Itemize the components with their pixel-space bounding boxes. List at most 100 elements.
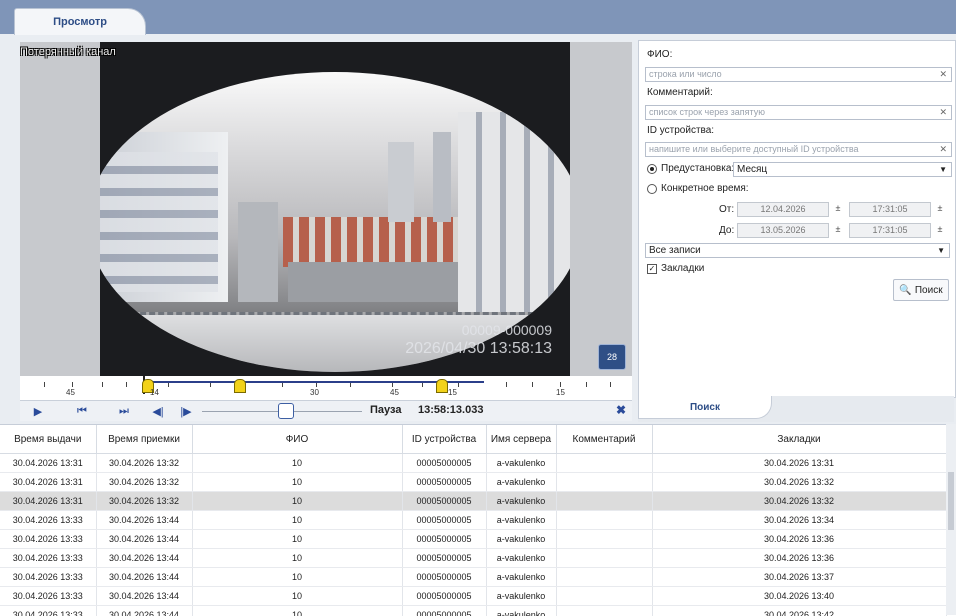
timeline-bookmark[interactable] xyxy=(234,379,246,393)
column-header[interactable]: ID устройства xyxy=(402,425,486,454)
records-filter-select[interactable]: Все записи▼ xyxy=(645,243,950,258)
timeline-label: 15 xyxy=(556,388,565,397)
search-panel: ФИО: строка или число✕ Комментарий: спис… xyxy=(638,40,956,398)
timeline[interactable]: 45 14 30 45 15 15 xyxy=(20,376,632,400)
clear-icon[interactable]: ✕ xyxy=(939,143,947,156)
device-id-input[interactable]: напишите или выберите доступный ID устро… xyxy=(645,142,952,157)
frame-back-button[interactable]: ◀| xyxy=(146,403,170,419)
search-icon: 🔍 xyxy=(899,285,911,296)
table-row[interactable]: 30.04.2026 13:3330.04.2026 13:4410000050… xyxy=(0,511,946,530)
table-cell: a-vakulenko xyxy=(486,587,556,606)
column-header[interactable]: ФИО xyxy=(192,425,402,454)
timeline-label: 45 xyxy=(66,388,75,397)
search-button[interactable]: 🔍Поиск xyxy=(893,279,949,301)
skip-forward-button[interactable]: ⏭ xyxy=(112,403,136,419)
table-row[interactable]: 30.04.2026 13:3130.04.2026 13:3210000050… xyxy=(0,473,946,492)
table-cell: 30.04.2026 13:44 xyxy=(96,568,192,587)
table-header: Время выдачиВремя приемкиФИОID устройств… xyxy=(0,425,946,454)
table-cell: 30.04.2026 13:33 xyxy=(0,549,96,568)
from-date-field[interactable]: 12.04.2026 xyxy=(737,202,829,217)
table-cell: 30.04.2026 13:33 xyxy=(0,568,96,587)
tab-search[interactable]: Поиск xyxy=(638,396,772,419)
table-cell: 10 xyxy=(192,530,402,549)
speed-slider-knob[interactable] xyxy=(278,403,294,419)
table-cell: 30.04.2026 13:33 xyxy=(0,606,96,616)
table-cell: 10 xyxy=(192,587,402,606)
from-time-field[interactable]: 17:31:05 xyxy=(849,202,931,217)
table-cell: 00005000005 xyxy=(402,473,486,492)
bookmarks-checkbox[interactable]: ✓Закладки xyxy=(647,263,704,274)
table-cell: a-vakulenko xyxy=(486,492,556,511)
to-date-field[interactable]: 13.05.2026 xyxy=(737,223,829,238)
tab-view[interactable]: Просмотр xyxy=(14,8,146,35)
from-label: От: xyxy=(719,204,734,215)
table-row[interactable]: 30.04.2026 13:3130.04.2026 13:3210000050… xyxy=(0,492,946,511)
table-cell: 30.04.2026 13:31 xyxy=(652,454,946,473)
column-header[interactable]: Время приемки xyxy=(96,425,192,454)
table-scrollbar[interactable] xyxy=(946,424,956,615)
video-channel-overlay: 00009-000009 xyxy=(462,322,552,338)
skip-forward-icon: ⏭ xyxy=(119,405,129,418)
table-cell: a-vakulenko xyxy=(486,568,556,587)
column-header[interactable]: Время выдачи xyxy=(0,425,96,454)
play-icon: ▶ xyxy=(34,405,42,418)
timeline-label: 15 xyxy=(448,388,457,397)
table-cell: 00005000005 xyxy=(402,492,486,511)
table-row[interactable]: 30.04.2026 13:3130.04.2026 13:3210000050… xyxy=(0,454,946,473)
from-time-stepper[interactable]: ± xyxy=(933,202,947,215)
table-cell: 10 xyxy=(192,492,402,511)
comment-input[interactable]: список строк через запятую✕ xyxy=(645,105,952,120)
table-row[interactable]: 30.04.2026 13:3330.04.2026 13:4410000050… xyxy=(0,530,946,549)
clear-icon[interactable]: ✕ xyxy=(939,68,947,81)
column-header[interactable]: Имя сервера xyxy=(486,425,556,454)
timeline-label: 14 xyxy=(150,388,159,397)
table-cell: 30.04.2026 13:36 xyxy=(652,530,946,549)
play-button[interactable]: ▶ xyxy=(26,403,50,419)
table-cell xyxy=(556,606,652,616)
table-row[interactable]: 30.04.2026 13:3330.04.2026 13:4410000050… xyxy=(0,549,946,568)
table-cell: 10 xyxy=(192,549,402,568)
lost-channel-label: Потерянный канал xyxy=(20,46,116,58)
table-cell: 30.04.2026 13:44 xyxy=(96,587,192,606)
table-cell: 30.04.2026 13:44 xyxy=(96,530,192,549)
video-viewport[interactable]: 00009-000009 2026/04/30 13:58:13 Потерян… xyxy=(20,42,632,376)
table-cell: 30.04.2026 13:32 xyxy=(96,454,192,473)
column-header[interactable]: Закладки xyxy=(652,425,946,454)
skip-back-button[interactable]: ⏮ xyxy=(70,403,94,419)
table-cell: 30.04.2026 13:32 xyxy=(652,473,946,492)
close-playback-button[interactable]: ✖ xyxy=(616,403,626,417)
timeline-range xyxy=(144,381,484,383)
timeline-bookmark[interactable] xyxy=(436,379,448,393)
to-time-field[interactable]: 17:31:05 xyxy=(849,223,931,238)
table-cell: 00005000005 xyxy=(402,549,486,568)
timeline-label: 45 xyxy=(390,388,399,397)
calendar-button[interactable]: 28 xyxy=(598,344,626,370)
to-time-stepper[interactable]: ± xyxy=(933,223,947,236)
fio-input[interactable]: строка или число✕ xyxy=(645,67,952,82)
table-row[interactable]: 30.04.2026 13:3330.04.2026 13:4410000050… xyxy=(0,587,946,606)
table-row[interactable]: 30.04.2026 13:3330.04.2026 13:4410000050… xyxy=(0,568,946,587)
table-cell: 30.04.2026 13:33 xyxy=(0,511,96,530)
table-cell: a-vakulenko xyxy=(486,606,556,616)
table-cell: 00005000005 xyxy=(402,606,486,616)
table-cell: 30.04.2026 13:36 xyxy=(652,549,946,568)
table-row[interactable]: 30.04.2026 13:3330.04.2026 13:4410000050… xyxy=(0,606,946,616)
clear-icon[interactable]: ✕ xyxy=(939,106,947,119)
from-date-stepper[interactable]: ± xyxy=(831,202,845,215)
table-cell: 30.04.2026 13:44 xyxy=(96,606,192,616)
frame-forward-button[interactable]: |▶ xyxy=(174,403,198,419)
table-cell xyxy=(556,587,652,606)
panel-tab-bar: Поиск xyxy=(638,396,954,422)
preset-radio[interactable]: Предустановка: xyxy=(647,163,734,174)
preset-select[interactable]: Месяц▼ xyxy=(733,162,952,177)
table-cell: a-vakulenko xyxy=(486,454,556,473)
timeline-label: 30 xyxy=(310,388,319,397)
scrollbar-thumb[interactable] xyxy=(948,472,954,530)
specific-time-radio[interactable]: Конкретное время: xyxy=(647,183,749,194)
table-cell: 00005000005 xyxy=(402,511,486,530)
table-cell xyxy=(556,568,652,587)
to-date-stepper[interactable]: ± xyxy=(831,223,845,236)
table-cell: 30.04.2026 13:32 xyxy=(96,473,192,492)
table-cell: 10 xyxy=(192,511,402,530)
column-header[interactable]: Комментарий xyxy=(556,425,652,454)
